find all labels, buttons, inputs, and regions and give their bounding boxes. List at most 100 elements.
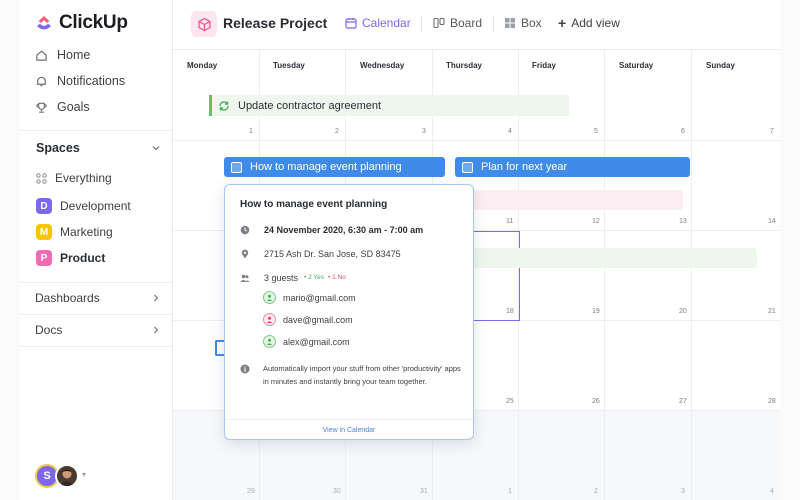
event-title: Update contractor agreement: [238, 99, 382, 112]
day-number: 4: [508, 128, 512, 135]
info-icon: [240, 364, 250, 374]
guest-email: mario@gmail.com: [283, 292, 356, 303]
sidebar-item-dashboards[interactable]: Dashboards: [35, 291, 100, 305]
day-header-saturday: Saturday: [619, 61, 654, 70]
day-header-tuesday: Tuesday: [273, 61, 305, 70]
sidebar-divider: [20, 314, 173, 315]
sidebar-item-label: Goals: [57, 100, 90, 114]
calendar-event[interactable]: [473, 190, 683, 210]
trophy-icon: [36, 102, 47, 113]
profile-avatar[interactable]: [55, 464, 79, 488]
event-contractor-agreement[interactable]: Update contractor agreement: [209, 95, 569, 116]
day-header-friday: Friday: [532, 61, 557, 70]
bell-icon: [37, 76, 46, 86]
space-label: Marketing: [60, 225, 113, 239]
grid-line: [173, 140, 780, 141]
guests-icon: [240, 274, 250, 282]
guests-no-count: • 1 No: [328, 274, 346, 281]
grid-line: [604, 50, 605, 500]
view-in-calendar-link[interactable]: View in Calendar: [225, 419, 473, 440]
space-label: Everything: [55, 171, 112, 185]
home-icon: [36, 50, 47, 61]
clickup-logo[interactable]: ClickUp: [35, 12, 128, 34]
task-checkbox-icon[interactable]: [231, 161, 242, 173]
add-view-button[interactable]: + Add view: [558, 16, 620, 30]
chevron-right-icon[interactable]: [151, 325, 161, 335]
project-cube-icon: [191, 11, 217, 37]
grid-icon: [36, 172, 47, 184]
space-product[interactable]: P Product: [36, 250, 105, 266]
popup-address-row: 2715 Ash Dr. San Jose, SD 83475: [240, 249, 401, 259]
tab-label: Box: [521, 16, 542, 30]
tab-board[interactable]: Board: [433, 16, 482, 30]
day-number: 21: [768, 308, 776, 315]
popup-datetime: 24 November 2020, 6:30 am - 7:00 am: [264, 225, 424, 235]
app-name: ClickUp: [59, 12, 128, 33]
tab-label: Board: [450, 16, 483, 30]
day-number: 11: [506, 218, 514, 225]
chevron-right-icon[interactable]: [151, 293, 161, 303]
popup-title: How to manage event planning: [240, 199, 388, 210]
space-initial-badge: P: [36, 250, 52, 266]
space-development[interactable]: D Development: [36, 198, 131, 214]
popup-guests-row: 3 guests • 2 Yes • 1 No: [240, 273, 346, 283]
guest-item[interactable]: alex@gmail.com: [263, 335, 350, 348]
space-marketing[interactable]: M Marketing: [36, 224, 113, 240]
day-number: 1: [508, 488, 512, 495]
event-plan-next-year[interactable]: Plan for next year: [455, 157, 690, 177]
plus-icon: +: [558, 15, 567, 31]
guest-avatar-icon: [263, 335, 276, 348]
space-everything[interactable]: Everything: [36, 171, 112, 185]
board-icon: [433, 17, 445, 29]
guest-item[interactable]: dave@gmail.com: [263, 313, 353, 326]
calendar-event[interactable]: [473, 248, 757, 268]
day-number: 25: [506, 398, 514, 405]
guest-item[interactable]: mario@gmail.com: [263, 291, 356, 304]
day-number: 1: [249, 128, 253, 135]
tab-calendar[interactable]: Calendar: [345, 16, 411, 30]
chevron-down-icon[interactable]: [151, 143, 161, 153]
guest-email: alex@gmail.com: [283, 336, 350, 347]
sidebar-item-notifications[interactable]: Notifications: [35, 74, 125, 88]
day-number: 19: [592, 308, 600, 315]
event-detail-popup: How to manage event planning 24 November…: [224, 184, 474, 440]
day-number: 2: [594, 488, 598, 495]
sidebar-item-goals[interactable]: Goals: [35, 100, 90, 114]
space-label: Product: [60, 251, 106, 265]
grid-line: [691, 50, 692, 500]
day-number: 28: [768, 398, 776, 405]
guest-email: dave@gmail.com: [283, 314, 353, 325]
sidebar-item-label: Home: [57, 48, 91, 62]
clickup-logo-icon: [37, 16, 51, 30]
sidebar-divider: [20, 346, 173, 347]
recurring-icon: [219, 100, 229, 111]
popup-description: Automatically import your stuff from oth…: [263, 364, 461, 386]
day-header-sunday: Sunday: [706, 61, 735, 70]
app-window: ClickUp Home Notifications Goals Spaces …: [0, 0, 800, 500]
day-number: 12: [592, 218, 600, 225]
day-number: 27: [679, 398, 687, 405]
day-header-monday: Monday: [187, 61, 218, 70]
selected-day-cell[interactable]: [473, 231, 520, 321]
day-header-thursday: Thursday: [446, 61, 483, 70]
tab-box[interactable]: Box: [504, 16, 542, 30]
sidebar-item-label: Notifications: [57, 74, 126, 88]
top-header: Release Project Calendar Board Box + Add…: [173, 0, 780, 50]
day-number: 20: [679, 308, 687, 315]
view-separator: [421, 16, 422, 32]
sidebar-item-docs[interactable]: Docs: [35, 323, 62, 337]
event-title: Plan for next year: [481, 161, 568, 173]
space-initial-badge: M: [36, 224, 52, 240]
day-header-wednesday: Wednesday: [360, 61, 405, 70]
day-number: 3: [422, 128, 426, 135]
chevron-down-icon[interactable]: ▾: [82, 470, 86, 479]
popup-address: 2715 Ash Dr. San Jose, SD 83475: [264, 249, 401, 259]
day-number: 13: [679, 218, 687, 225]
sidebar: ClickUp Home Notifications Goals Spaces …: [20, 0, 173, 500]
task-checkbox-icon[interactable]: [462, 161, 473, 173]
guest-avatar-icon: [263, 291, 276, 304]
event-manage-event-planning[interactable]: How to manage event planning: [224, 157, 445, 177]
day-number: 4: [770, 488, 774, 495]
sidebar-item-home[interactable]: Home: [35, 48, 90, 62]
day-number: 31: [420, 488, 428, 495]
